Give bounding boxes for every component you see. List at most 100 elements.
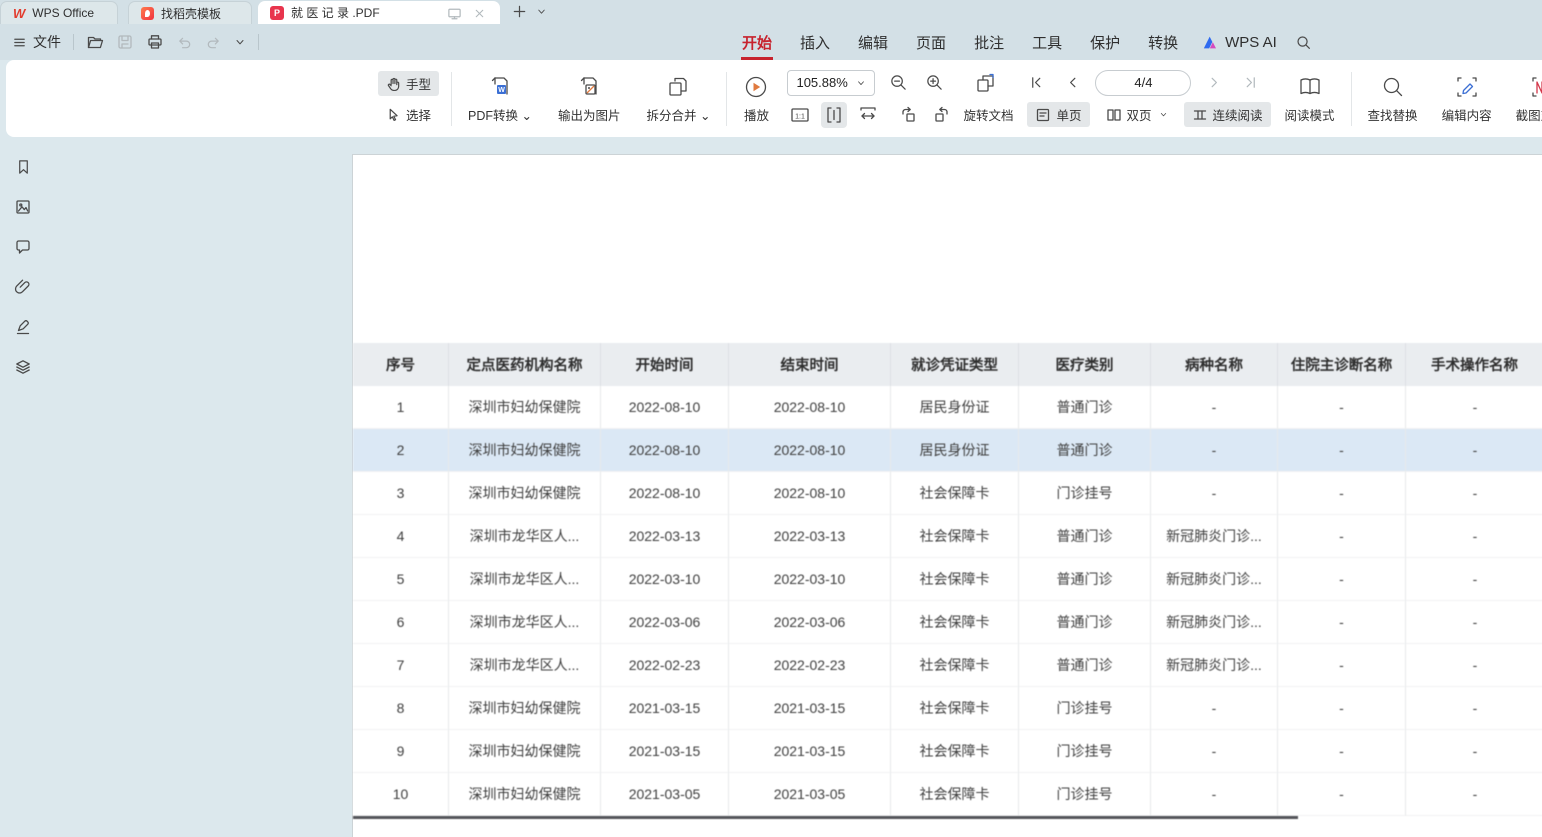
table-cell: 新冠肺炎门诊...	[1151, 558, 1278, 601]
single-page-icon	[1035, 107, 1051, 123]
wps-logo-icon: W	[13, 7, 25, 20]
menu-tab[interactable]: 页面	[902, 24, 960, 60]
page-indicator-input[interactable]: 4/4	[1095, 70, 1191, 96]
pdf-page: 序号定点医药机构名称开始时间结束时间就诊凭证类型医疗类别病种名称住院主诊断名称手…	[352, 154, 1542, 837]
table-cell: 深圳市妇幼保健院	[449, 386, 601, 429]
next-page-button[interactable]	[1201, 70, 1227, 96]
thumbnails-panel-icon[interactable]	[12, 197, 34, 216]
zoom-value: 105.88%	[796, 75, 847, 90]
table-cell: -	[1278, 687, 1406, 730]
signature-panel-icon[interactable]	[12, 317, 34, 336]
rotate-right-button[interactable]	[929, 102, 955, 128]
menu-tab[interactable]: 保护	[1076, 24, 1134, 60]
app-tab-label: WPS Office	[32, 6, 94, 20]
rotate-doc-label[interactable]: 旋转文档	[963, 105, 1013, 124]
table-cell: 深圳市龙华区人...	[449, 644, 601, 687]
hand-tool-button[interactable]: 手型	[378, 71, 439, 96]
bookmarks-panel-icon[interactable]	[12, 157, 34, 176]
table-cell: -	[1278, 472, 1406, 515]
table-cell: 门诊挂号	[1019, 472, 1151, 515]
menu-search-icon[interactable]	[1295, 34, 1312, 51]
table-header-cell: 医疗类别	[1019, 343, 1151, 386]
new-tab-button[interactable]	[510, 2, 528, 20]
comments-panel-icon[interactable]	[12, 237, 34, 256]
menu-tab[interactable]: 插入	[786, 24, 844, 60]
rotate-left-button[interactable]	[895, 102, 921, 128]
table-cell: 5	[353, 558, 449, 601]
attachments-panel-icon[interactable]	[12, 277, 34, 296]
first-page-button[interactable]	[1023, 70, 1049, 96]
app-tab-wps-office[interactable]: W WPS Office	[0, 1, 118, 24]
app-tab-docer[interactable]: 找稻壳模板	[128, 1, 252, 24]
split-merge-button[interactable]: 拆分合并 ⌄	[643, 72, 715, 126]
table-cell: 普通门诊	[1019, 515, 1151, 558]
menu-tab[interactable]: 开始	[728, 24, 786, 60]
table-cell: -	[1406, 429, 1542, 472]
hand-icon	[386, 76, 401, 91]
table-cell: 普通门诊	[1019, 386, 1151, 429]
fit-width-button[interactable]	[855, 102, 881, 128]
open-file-button[interactable]	[86, 33, 104, 51]
table-cell: 8	[353, 687, 449, 730]
wps-ai-button[interactable]: WPS AI	[1192, 34, 1287, 51]
document-tab[interactable]: P 就 医 记 录 .PDF	[258, 1, 500, 24]
double-page-button[interactable]: 双页	[1098, 102, 1176, 127]
edit-content-button[interactable]: 编辑内容	[1438, 72, 1496, 126]
table-cell: 6	[353, 601, 449, 644]
table-cell: -	[1278, 601, 1406, 644]
table-cell: -	[1151, 687, 1278, 730]
continuous-read-button[interactable]: 连续阅读	[1184, 102, 1271, 127]
file-menu-button[interactable]: 文件	[12, 32, 61, 52]
save-button[interactable]	[116, 33, 134, 51]
table-cell: 社会保障卡	[891, 558, 1019, 601]
screenshot-compare-button[interactable]: 截图对比	[1512, 72, 1542, 126]
export-image-button[interactable]: 输出为图片	[554, 72, 625, 126]
table-cell: -	[1406, 386, 1542, 429]
zoom-in-button[interactable]	[921, 70, 947, 96]
redo-button[interactable]	[205, 34, 222, 51]
pdf-convert-button[interactable]: W PDF转换 ⌄	[464, 72, 536, 126]
table-cell: 社会保障卡	[891, 773, 1019, 816]
pdf-to-word-icon: W	[487, 74, 513, 100]
share-to-screen-icon[interactable]	[445, 5, 463, 23]
table-row: 1 深圳市妇幼保健院 2022-08-10 2022-08-10 居民身份证 普…	[353, 386, 1542, 429]
table-cell: 2022-08-10	[601, 386, 729, 429]
find-replace-button[interactable]: 查找替换	[1364, 72, 1422, 126]
menu-tab[interactable]: 工具	[1018, 24, 1076, 60]
zoom-out-button[interactable]	[885, 70, 911, 96]
svg-text:W: W	[498, 87, 505, 94]
table-cell: 社会保障卡	[891, 601, 1019, 644]
table-cell: -	[1406, 730, 1542, 773]
table-cell: 2022-02-23	[601, 644, 729, 687]
menu-tab[interactable]: 编辑	[844, 24, 902, 60]
last-page-button[interactable]	[1237, 70, 1263, 96]
table-cell: 社会保障卡	[891, 644, 1019, 687]
read-mode-button[interactable]: 阅读模式	[1281, 72, 1339, 126]
layers-panel-icon[interactable]	[12, 357, 34, 376]
table-cell: 深圳市龙华区人...	[449, 601, 601, 644]
undo-button[interactable]	[176, 34, 193, 51]
tab-list-chevron-icon[interactable]	[532, 2, 550, 20]
actual-size-button[interactable]: 1:1	[787, 102, 813, 128]
edit-tools-group: 查找替换 编辑内容 截图对比 压缩 A文 全文翻译 文A 划词翻译	[1364, 70, 1542, 128]
play-button[interactable]: 播放	[739, 72, 773, 126]
split-merge-icon	[665, 74, 691, 100]
print-button[interactable]	[146, 33, 164, 51]
quick-access-chevron-icon[interactable]	[234, 36, 246, 48]
single-page-button[interactable]: 单页	[1027, 102, 1089, 127]
split-merge-label: 拆分合并 ⌄	[647, 105, 711, 124]
table-row: 7 深圳市龙华区人... 2022-02-23 2022-02-23 社会保障卡…	[353, 644, 1542, 687]
previous-page-button[interactable]	[1059, 70, 1085, 96]
table-cell: 深圳市妇幼保健院	[449, 472, 601, 515]
fit-page-button[interactable]	[821, 102, 847, 128]
menu-tab[interactable]: 转换	[1134, 24, 1192, 60]
close-tab-icon[interactable]	[470, 5, 488, 23]
table-cell: -	[1151, 429, 1278, 472]
zoom-level-select[interactable]: 105.88%	[787, 70, 875, 96]
table-cell: 2022-08-10	[601, 429, 729, 472]
rotate-pages-icon[interactable]	[973, 70, 999, 96]
table-cell: 社会保障卡	[891, 472, 1019, 515]
edit-pencil-icon	[1454, 74, 1480, 100]
menu-tab[interactable]: 批注	[960, 24, 1018, 60]
select-tool-button[interactable]: 选择	[378, 102, 439, 127]
